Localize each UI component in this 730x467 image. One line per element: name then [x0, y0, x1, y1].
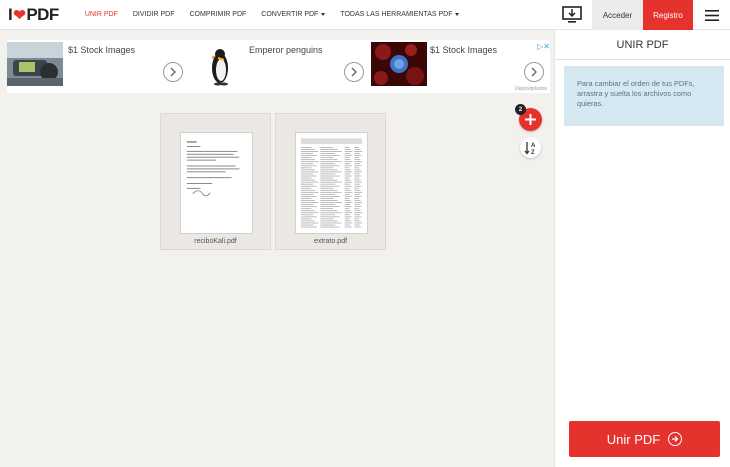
file-name: extrato.pdf [313, 238, 348, 245]
file-count-badge: 2 [515, 104, 526, 115]
ad-thumbnail-penguin-image [198, 42, 242, 86]
arrow-right-circle-icon [668, 432, 683, 446]
chevron-down-icon [455, 13, 460, 16]
ad-item[interactable]: Emperor penguins [190, 42, 365, 86]
plus-icon [525, 114, 536, 125]
desktop-download-icon [562, 6, 582, 23]
sidebar-title: UNIR PDF [616, 39, 669, 51]
ad-title: $1 Stock Images [430, 45, 498, 55]
merge-pdf-label: Unir PDF [606, 431, 661, 447]
ad-choices-icon[interactable]: ▷✕ [537, 42, 550, 51]
nav-comprimir-pdf[interactable]: COMPRIMIR PDF [190, 11, 247, 18]
ad-source: Depositphotos [515, 86, 547, 92]
login-button[interactable]: Acceder [592, 0, 643, 30]
options-sidebar: UNIR PDF Para cambiar el orden de tus PD… [554, 30, 730, 467]
register-button[interactable]: Registro [643, 0, 693, 30]
file-name: reciboKali.pdf [194, 238, 237, 245]
merge-pdf-button[interactable]: Unir PDF [569, 421, 720, 457]
sidebar-divider [555, 59, 730, 60]
svg-text:Z: Z [531, 150, 535, 155]
file-preview-thumbnail [295, 132, 368, 234]
logo-prefix: I [8, 4, 13, 24]
file-card[interactable]: reciboKali.pdf [160, 113, 271, 250]
ad-title: Emperor penguins [249, 45, 323, 55]
sort-az-button[interactable]: A Z [520, 137, 541, 158]
ilovepdf-logo[interactable]: I ❤ PDF [8, 0, 59, 30]
nav-dividir-pdf[interactable]: DIVIDIR PDF [133, 11, 175, 18]
ad-item[interactable]: $1 Stock Images [371, 42, 546, 86]
chevron-right-icon[interactable] [163, 62, 183, 82]
header-actions: Acceder Registro [552, 0, 730, 30]
nav-unir-pdf[interactable]: UNIR PDF [85, 11, 118, 18]
svg-text:A: A [531, 143, 536, 149]
chevron-right-icon[interactable] [524, 62, 544, 82]
ad-title: $1 Stock Images [68, 45, 136, 55]
file-card[interactable]: extrato.pdf [275, 113, 386, 250]
sidebar-info-box: Para cambiar el orden de tus PDFs, arras… [564, 66, 724, 126]
sort-az-icon: A Z [523, 141, 536, 155]
ad-thumbnail-car-image [7, 42, 63, 86]
chevron-right-icon[interactable] [344, 62, 364, 82]
hamburger-menu-button[interactable] [693, 0, 730, 30]
ad-banner: $1 Stock Images Emperor penguins $1 Stoc… [7, 40, 550, 93]
heart-icon: ❤ [13, 6, 26, 24]
top-header: I ❤ PDF UNIR PDF DIVIDIR PDF COMPRIMIR P… [0, 0, 730, 30]
file-preview-thumbnail [180, 132, 253, 234]
nav-todas-herramientas[interactable]: TODAS LAS HERRAMIENTAS PDF [340, 11, 460, 18]
hamburger-menu-icon [704, 9, 719, 21]
desktop-download-button[interactable] [552, 0, 592, 30]
logo-suffix: PDF [26, 4, 59, 24]
ad-thumbnail-virus-image [371, 42, 427, 86]
chevron-down-icon [321, 13, 326, 16]
main-nav: UNIR PDF DIVIDIR PDF COMPRIMIR PDF CONVE… [85, 0, 475, 30]
ad-item[interactable]: $1 Stock Images [7, 42, 187, 86]
nav-convertir-pdf[interactable]: CONVERTIR PDF [261, 11, 326, 18]
